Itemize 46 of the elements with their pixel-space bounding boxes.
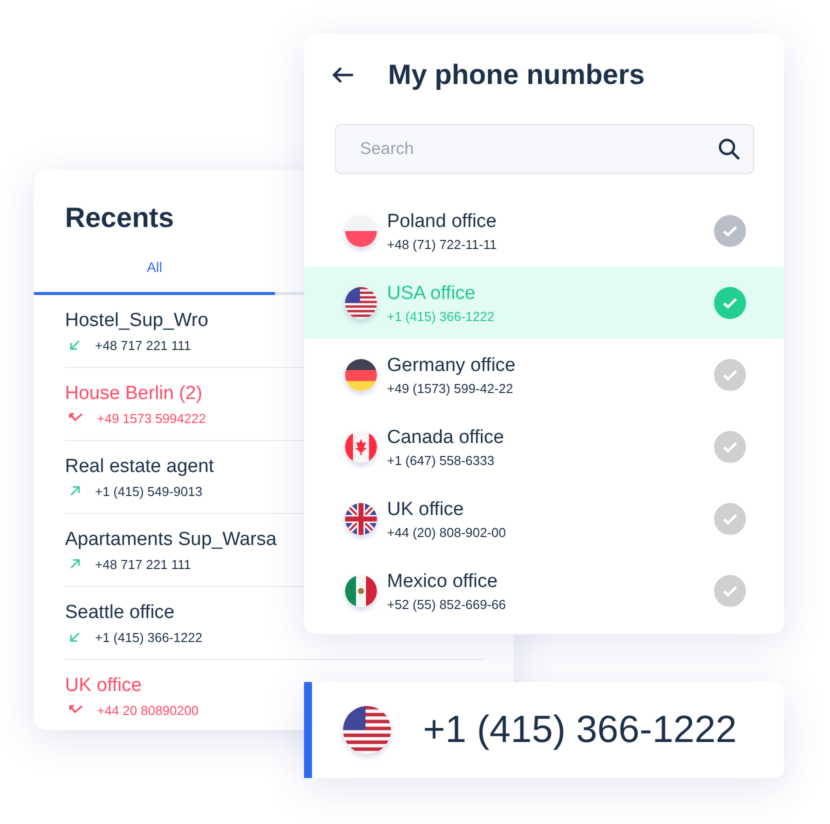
- search-field[interactable]: Search: [335, 124, 754, 174]
- check-icon: [714, 575, 746, 607]
- phone-number: +1 (415) 366-1222: [95, 630, 202, 644]
- page-title: My phone numbers: [388, 59, 645, 91]
- office-name: Canada office: [387, 426, 505, 448]
- phone-number: +1 (647) 558-6333: [387, 452, 496, 468]
- phone-number: +1 (415) 366-1222: [387, 308, 496, 324]
- office-name: Mexico office: [387, 570, 499, 592]
- caller-number: +1 (415) 366-1222: [423, 708, 737, 752]
- check-icon: [714, 503, 746, 535]
- phone-number-row[interactable]: Poland office +48 (71) 722-11-11: [304, 195, 784, 267]
- phone-number-row[interactable]: Canada office +1 (647) 558-6333: [304, 411, 784, 483]
- missed-call-icon: [69, 412, 83, 424]
- missed-call-icon: [69, 704, 83, 716]
- office-name: Germany office: [387, 354, 516, 376]
- phone-number: +48 717 221 111: [95, 556, 192, 572]
- search-icon: [717, 137, 741, 161]
- contact-name[interactable]: Seattle office: [65, 602, 175, 624]
- phone-number: +44 (20) 808-902-00: [387, 524, 507, 540]
- contact-name[interactable]: Apartaments Sup_Warsa: [65, 528, 277, 550]
- phone-number-row[interactable]: UK office +44 (20) 808-902-00: [304, 483, 784, 555]
- recents-title: Recents: [65, 201, 174, 235]
- phone-number: +1 (415) 549-9013: [95, 484, 202, 498]
- phone-number: +48 717 221 111: [95, 338, 192, 352]
- check-icon: [714, 359, 746, 391]
- office-name: Poland office: [387, 210, 498, 232]
- office-name: UK office: [387, 498, 465, 520]
- phone-number: +49 1573 5994222: [97, 410, 206, 426]
- phone-number-row[interactable]: Germany office +49 (1573) 599-42-22: [304, 339, 784, 411]
- tab[interactable]: All: [34, 258, 275, 295]
- check-icon: [714, 215, 746, 247]
- phone-number: +49 (1573) 599-42-22: [387, 380, 514, 396]
- contact-name[interactable]: Real estate agent: [65, 456, 214, 478]
- incoming-arrow-icon: [69, 339, 81, 351]
- phone-number: +48 (71) 722-11-11: [387, 236, 498, 252]
- incoming-arrow-icon: [69, 631, 81, 643]
- phone-number: +52 (55) 852-669-66: [387, 596, 507, 612]
- check-icon: [714, 287, 746, 319]
- outgoing-arrow-icon: [69, 485, 81, 497]
- back-button[interactable]: [332, 67, 354, 83]
- contact-name[interactable]: Hostel_Sup_Wro: [65, 310, 208, 332]
- check-icon: [714, 431, 746, 463]
- phone-number-row[interactable]: Mexico office +52 (55) 852-669-66: [304, 555, 784, 627]
- office-name: USA office: [387, 282, 476, 304]
- phone-number: +44 20 80890200: [97, 702, 199, 718]
- outgoing-arrow-icon: [69, 558, 81, 570]
